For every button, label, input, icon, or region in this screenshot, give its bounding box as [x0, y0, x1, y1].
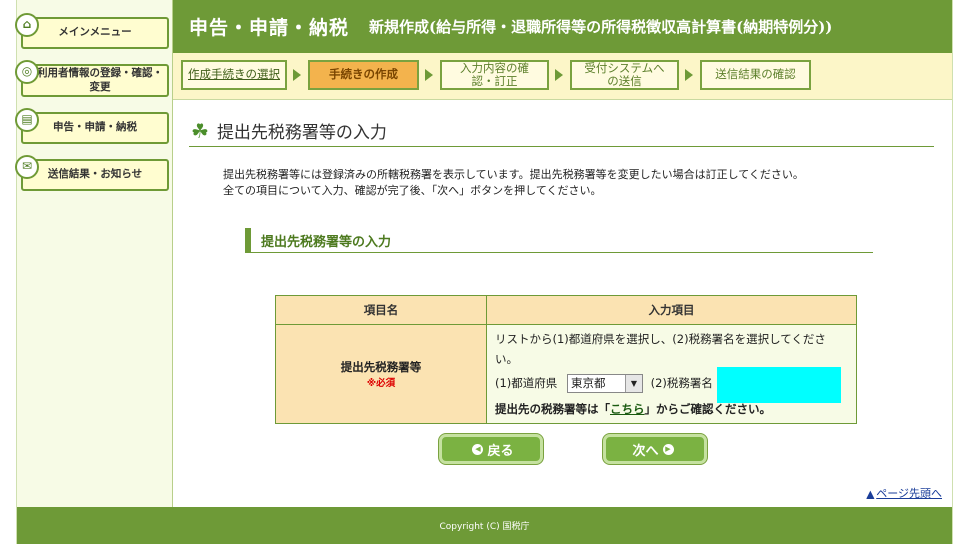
step-confirm-correct: 入力内容の確認・訂正: [440, 60, 549, 90]
required-badge: ※必須: [366, 378, 396, 389]
prefecture-select[interactable]: 東京都 ▼: [566, 374, 643, 393]
row-label: 提出先税務署等 ※必須: [275, 324, 487, 424]
arrow-right-icon: ▶: [662, 443, 674, 455]
sidebar-item-main-menu[interactable]: ⌂ メインメニュー: [15, 13, 169, 49]
user-settings-icon: ◎: [15, 60, 39, 84]
row-input-cell: リストから(1)都道府県を選択し、(2)税務署名を選択してください。 (1)都道…: [486, 324, 857, 424]
step-check-results: 送信結果の確認: [700, 60, 811, 90]
instruction-text: リストから(1)都道府県を選択し、(2)税務署名を選択してください。: [495, 332, 826, 366]
step-create-procedure: 手続きの作成: [308, 60, 419, 90]
column-header-item: 項目名: [275, 295, 487, 325]
arrow-left-icon: ◀: [472, 443, 484, 455]
prefecture-label: (1)都道府県: [495, 376, 558, 390]
arrow-up-icon: ▲: [866, 489, 875, 500]
sidebar-item-results[interactable]: ✉ 送信結果・お知らせ: [15, 155, 169, 191]
tax-office-label: (2)税務署名: [650, 376, 713, 390]
description: 提出先税務署等には登録済みの所轄税務署を表示しています。提出先税務署等を変更した…: [223, 168, 804, 197]
section-heading: 提出先税務署等の入力: [245, 228, 873, 253]
section-bar: [245, 228, 251, 253]
input-table: 項目名 入力項目 提出先税務署等 ※必須 リストから(1)都道府県を選択し、(2…: [275, 295, 857, 424]
sidebar-item-label: 申告・申請・納税: [53, 121, 137, 134]
sidebar-item-label: メインメニュー: [58, 26, 132, 39]
header-title: 申告・申請・納税: [189, 17, 350, 39]
title-divider: [189, 146, 934, 147]
sidebar: ⌂ メインメニュー ◎ 利用者情報の登録・確認・変更 ▤ 申告・申請・納税 ✉ …: [15, 0, 173, 507]
tax-office-select[interactable]: [716, 367, 841, 403]
sidebar-item-user-info[interactable]: ◎ 利用者情報の登録・確認・変更: [15, 60, 169, 97]
footer: Copyright (C) 国税庁: [17, 507, 952, 544]
step-arrow-icon: [685, 69, 693, 81]
column-header-input: 入力項目: [486, 295, 857, 325]
page-top-link[interactable]: ▲ ページ先頭へ: [867, 485, 942, 501]
sidebar-item-label: 送信結果・お知らせ: [47, 168, 143, 181]
table-row: 提出先税務署等 ※必須 リストから(1)都道府県を選択し、(2)税務署名を選択し…: [275, 324, 857, 424]
sidebar-item-filing[interactable]: ▤ 申告・申請・納税: [15, 108, 169, 144]
step-arrow-icon: [555, 69, 563, 81]
step-arrow-icon: [293, 69, 301, 81]
header-subtitle: 新規作成(給与所得・退職所得等の所得税徴収高計算書(納期特例分)): [369, 18, 833, 36]
back-button[interactable]: ◀ 戻る: [439, 434, 543, 464]
page-title: ☘ 提出先税務署等の入力: [191, 118, 387, 144]
step-select-procedure[interactable]: 作成手続きの選択: [181, 60, 287, 90]
mail-icon: ✉: [15, 155, 39, 179]
step-navigator: 作成手続きの選択 手続きの作成 入力内容の確認・訂正 受付システムへの送信 送信…: [173, 53, 952, 100]
next-button[interactable]: 次へ ▶: [603, 434, 707, 464]
page-header: 申告・申請・納税 新規作成(給与所得・退職所得等の所得税徴収高計算書(納期特例分…: [173, 0, 952, 53]
copyright: Copyright (C) 国税庁: [439, 522, 530, 532]
app-frame: ⌂ メインメニュー ◎ 利用者情報の登録・確認・変更 ▤ 申告・申請・納税 ✉ …: [15, 0, 953, 544]
step-arrow-icon: [425, 69, 433, 81]
chevron-down-icon[interactable]: ▼: [624, 375, 642, 392]
confirm-link[interactable]: こちら: [610, 402, 645, 416]
document-icon: ▤: [15, 108, 39, 132]
step-send-system: 受付システムへの送信: [570, 60, 679, 90]
sidebar-item-label: 利用者情報の登録・確認・変更: [37, 66, 163, 93]
home-icon: ⌂: [15, 13, 39, 37]
main-content: ☘ 提出先税務署等の入力 提出先税務署等には登録済みの所轄税務署を表示しています…: [173, 100, 952, 507]
clover-icon: ☘: [191, 118, 209, 143]
